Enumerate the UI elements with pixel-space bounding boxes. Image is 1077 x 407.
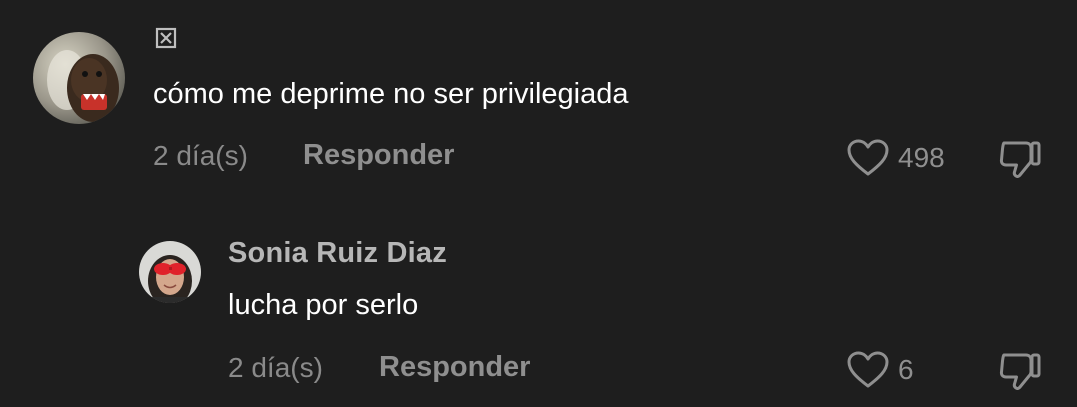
reply-text: lucha por serlo — [228, 289, 419, 321]
reply-like-button[interactable]: 6 — [846, 350, 914, 390]
like-count: 498 — [898, 142, 945, 173]
reply-author-name[interactable]: Sonia Ruiz Diaz — [228, 237, 447, 270]
user-photo-avatar-image — [139, 241, 201, 303]
heart-outline-icon — [847, 139, 889, 176]
thumbs-down-icon — [999, 141, 1041, 179]
reply-author-avatar[interactable] — [139, 241, 201, 303]
domo-plush-avatar-image — [33, 32, 125, 124]
reply-to-reply-button[interactable]: Responder — [379, 351, 530, 384]
reply-button[interactable]: Responder — [303, 139, 454, 172]
dislike-button[interactable] — [996, 137, 1044, 181]
heart-outline-icon — [847, 351, 889, 388]
reply-timestamp: 2 día(s) — [228, 352, 323, 383]
commenter-avatar[interactable] — [33, 32, 125, 124]
thumbs-down-icon — [999, 353, 1041, 391]
comment-timestamp: 2 día(s) — [153, 140, 248, 171]
comments-panel: cómo me deprime no ser privilegiada 2 dí… — [0, 0, 1077, 407]
comment-text: cómo me deprime no ser privilegiada — [153, 78, 629, 110]
reply-like-count: 6 — [898, 354, 914, 385]
broken-glyph-icon — [155, 27, 177, 49]
author-name-broken-glyph[interactable] — [155, 27, 177, 54]
like-button[interactable]: 498 — [846, 138, 945, 178]
reply-dislike-button[interactable] — [996, 349, 1044, 393]
